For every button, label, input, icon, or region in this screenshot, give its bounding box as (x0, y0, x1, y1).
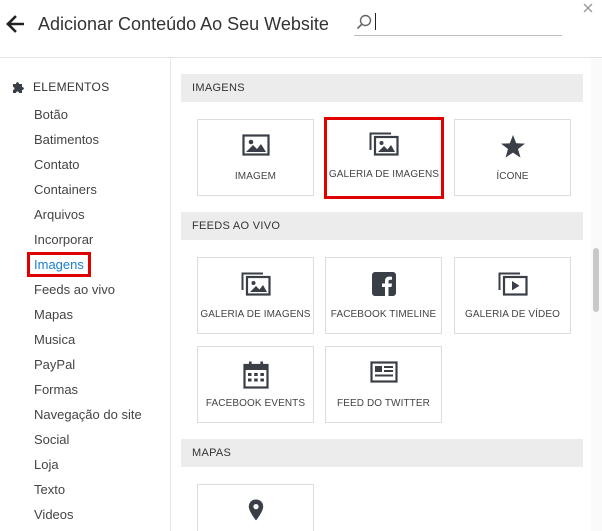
sidebar: ELEMENTOS Botão Batimentos Contato Conta… (0, 59, 171, 531)
card-mapa[interactable] (197, 484, 314, 531)
scrollbar-thumb[interactable] (593, 248, 599, 312)
sidebar-item-formas[interactable]: Formas (34, 381, 142, 406)
highlight-box (27, 252, 91, 277)
puzzle-icon (13, 82, 24, 93)
card-galeria-de-video[interactable]: GALERIA DE VÍDEO (454, 257, 571, 334)
facebook-icon (371, 272, 396, 296)
sidebar-item-mapas[interactable]: Mapas (34, 306, 142, 331)
sidebar-heading-label: ELEMENTOS (33, 80, 110, 94)
card-label: GALERIA DE IMAGENS (328, 169, 440, 180)
twitter-feed-icon (369, 361, 398, 383)
section-header-imagens: IMAGENS (181, 74, 583, 102)
sidebar-item-musica[interactable]: Musica (34, 331, 142, 356)
map-pin-icon (248, 499, 263, 521)
card-icone[interactable]: ÍCONE (454, 119, 571, 196)
star-icon (500, 135, 525, 158)
header: Adicionar Conteúdo Ao Seu Website (0, 0, 602, 58)
sidebar-item-imagens[interactable]: Imagens (27, 252, 142, 281)
calendar-icon (242, 361, 269, 389)
sidebar-item-texto[interactable]: Texto (34, 481, 142, 506)
sidebar-item-label: Texto (34, 482, 66, 497)
sidebar-item-social[interactable]: Social (34, 431, 142, 456)
card-galeria-de-imagens[interactable]: GALERIA DE IMAGENS (324, 117, 444, 199)
gallery-icon (241, 272, 271, 296)
sidebar-item-label: Videos (34, 507, 74, 522)
search-box[interactable] (354, 10, 562, 36)
card-label: FEED DO TWITTER (337, 398, 430, 409)
sidebar-item-paypal[interactable]: PayPal (34, 356, 142, 381)
sidebar-item-containers[interactable]: Containers (34, 181, 142, 206)
sidebar-item-label: Mapas (34, 307, 74, 322)
sidebar-item-label: Social (34, 432, 70, 447)
sidebar-item-label: Navegação do site (34, 407, 142, 422)
sidebar-heading: ELEMENTOS (12, 79, 110, 95)
sidebar-item-botao[interactable]: Botão (34, 106, 142, 131)
card-facebook-timeline[interactable]: FACEBOOK TIMELINE (325, 257, 442, 334)
card-label: GALERIA DE VÍDEO (465, 309, 560, 320)
sidebar-item-loja[interactable]: Loja (34, 456, 142, 481)
search-icon (356, 14, 372, 30)
video-gallery-icon (498, 272, 528, 296)
gallery-icon (369, 132, 399, 156)
card-feed-do-twitter[interactable]: FEED DO TWITTER (325, 346, 442, 423)
sidebar-item-label: Arquivos (34, 207, 85, 222)
card-feed-galeria-de-imagens[interactable]: GALERIA DE IMAGENS (197, 257, 314, 334)
card-imagem[interactable]: IMAGEM (197, 119, 314, 196)
sidebar-item-label: Formas (34, 382, 79, 397)
sidebar-item-arquivos[interactable]: Arquivos (34, 206, 142, 231)
sidebar-item-videos[interactable]: Videos (34, 506, 142, 531)
sidebar-item-contato[interactable]: Contato (34, 156, 142, 181)
sidebar-item-batimentos[interactable]: Batimentos (34, 131, 142, 156)
main-content: IMAGENS IMAGEM GALERIA DE IMAGENS ÍCONE … (172, 59, 602, 531)
sidebar-item-label: Contato (34, 157, 80, 172)
sidebar-item-label: Containers (34, 182, 97, 197)
card-label: FACEBOOK TIMELINE (330, 309, 437, 320)
sidebar-item-label: Incorporar (34, 232, 94, 247)
section-header-feeds: FEEDS AO VIVO (181, 212, 583, 240)
page-title: Adicionar Conteúdo Ao Seu Website (38, 14, 329, 34)
sidebar-list: Botão Batimentos Contato Containers Arqu… (27, 106, 142, 531)
sidebar-item-label: Feeds ao vivo (34, 282, 115, 297)
sidebar-item-feeds[interactable]: Feeds ao vivo (34, 281, 142, 306)
sidebar-item-label: Botão (34, 107, 68, 122)
card-facebook-events[interactable]: FACEBOOK EVENTS (197, 346, 314, 423)
sidebar-item-label: Loja (34, 457, 59, 472)
section-header-mapas: MAPAS (181, 439, 583, 467)
image-icon (241, 134, 270, 156)
sidebar-item-navegacao[interactable]: Navegação do site (34, 406, 142, 431)
close-icon[interactable] (581, 1, 595, 15)
sidebar-item-label: PayPal (34, 357, 76, 372)
card-label: ÍCONE (496, 171, 529, 182)
sidebar-item-label: Musica (34, 332, 76, 347)
card-label: IMAGEM (234, 171, 277, 182)
search-input[interactable] (376, 11, 556, 33)
card-label: GALERIA DE IMAGENS (200, 309, 311, 320)
back-arrow-icon[interactable] (6, 14, 24, 34)
card-label: FACEBOOK EVENTS (205, 398, 306, 409)
sidebar-item-label: Batimentos (34, 132, 100, 147)
